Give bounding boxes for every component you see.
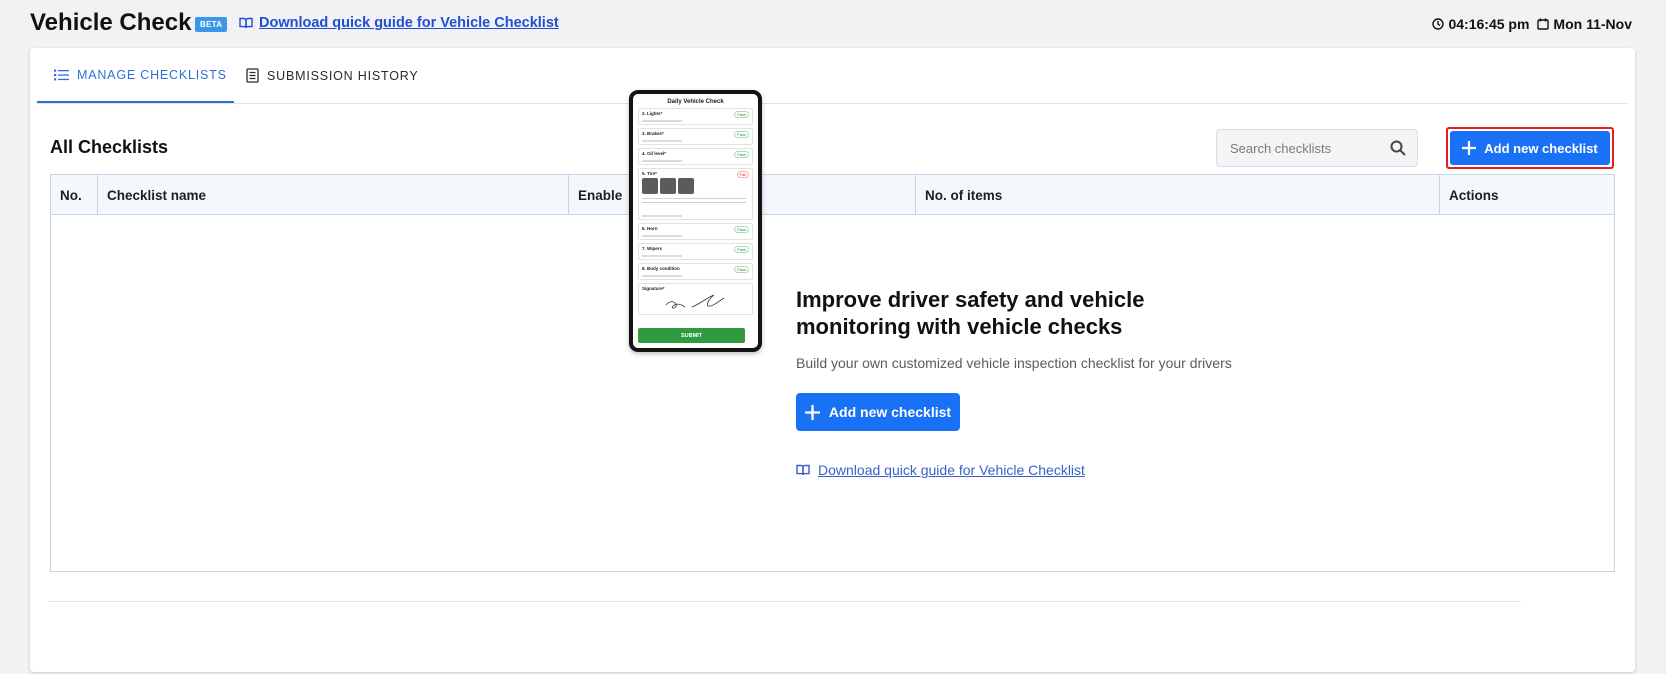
clock-icon [1432, 18, 1445, 30]
book-icon [239, 17, 253, 29]
empty-state-add-label: Add new checklist [828, 404, 952, 420]
signature-drawing [665, 294, 725, 309]
tab-history-label: SUBMISSION HISTORY [267, 68, 419, 83]
empty-state-add-button[interactable]: Add new checklist [796, 393, 960, 431]
document-icon [246, 68, 259, 83]
list-icon [54, 69, 69, 81]
download-guide-label: Download quick guide for Vehicle Checkli… [259, 15, 559, 31]
datetime-display: 04:16:45 pm Mon 11-Nov [1432, 16, 1632, 32]
preview-submit-button: SUBMIT [638, 328, 745, 343]
beta-badge: BETA [195, 17, 228, 32]
tab-manage-checklists[interactable]: MANAGE CHECKLISTS [54, 68, 227, 82]
empty-state-subtitle: Build your own customized vehicle inspec… [796, 355, 1232, 371]
preview-item: 4. Oil level* Pass [638, 148, 753, 165]
plus-icon [804, 404, 820, 420]
empty-state-guide-link[interactable]: Download quick guide for Vehicle Checkli… [796, 462, 1085, 478]
preview-item: 7. Wipers Pass [638, 243, 753, 260]
preview-signature: Signature* [638, 283, 753, 315]
preview-item: 3. Brakes* Pass [638, 128, 753, 145]
preview-item: 2. Lights* Pass [638, 108, 753, 125]
section-title: All Checklists [50, 137, 169, 157]
calendar-icon [1537, 18, 1550, 30]
search-input[interactable] [1230, 140, 1390, 156]
tab-submission-history[interactable]: SUBMISSION HISTORY [246, 68, 418, 83]
page-title: Vehicle Check [30, 9, 192, 36]
add-checklist-button[interactable]: Add new checklist [1450, 131, 1610, 165]
search-box[interactable] [1216, 129, 1418, 167]
tab-manage-label: MANAGE CHECKLISTS [77, 68, 227, 82]
empty-state-title: Improve driver safety and vehicle monito… [796, 287, 1145, 339]
preview-item: 6. Horn Pass [638, 223, 753, 240]
column-header-actions: Actions [1449, 187, 1499, 203]
plus-icon [1462, 141, 1477, 155]
checklists-table: No. Checklist name Enable No. of items A… [50, 174, 1615, 572]
phone-preview-illustration: Daily Vehicle Check 2. Lights* Pass 3. Br… [629, 90, 762, 352]
tyre-photo [642, 178, 658, 194]
preview-item: 8. Body condition Pass [638, 263, 753, 280]
add-checklist-button-highlight: Add new checklist [1446, 127, 1614, 169]
add-checklist-label: Add new checklist [1484, 140, 1598, 156]
tyre-photo [660, 178, 676, 194]
phone-preview-title: Daily Vehicle Check [667, 99, 724, 105]
top-bar: Vehicle Check BETA Download quick guide … [0, 0, 1666, 48]
column-header-no: No. [51, 175, 98, 215]
search-icon[interactable] [1390, 140, 1406, 156]
table-header: No. Checklist name Enable No. of items A… [51, 175, 1614, 215]
book-icon [796, 464, 810, 476]
bottom-divider [48, 601, 1521, 602]
tyre-photo [678, 178, 694, 194]
time-text: 04:16:45 pm [1448, 16, 1530, 32]
tab-bar: MANAGE CHECKLISTS SUBMISSION HISTORY [37, 48, 1627, 104]
column-header-items: No. of items [916, 175, 1440, 215]
active-tab-indicator [37, 101, 234, 103]
date-text: Mon 11-Nov [1553, 16, 1632, 32]
preview-item: 5. Tire* Fail [638, 168, 753, 220]
download-guide-link[interactable]: Download quick guide for Vehicle Checkli… [239, 15, 559, 31]
empty-state-guide-label: Download quick guide for Vehicle Checkli… [818, 462, 1085, 478]
column-header-name: Checklist name [98, 175, 569, 215]
